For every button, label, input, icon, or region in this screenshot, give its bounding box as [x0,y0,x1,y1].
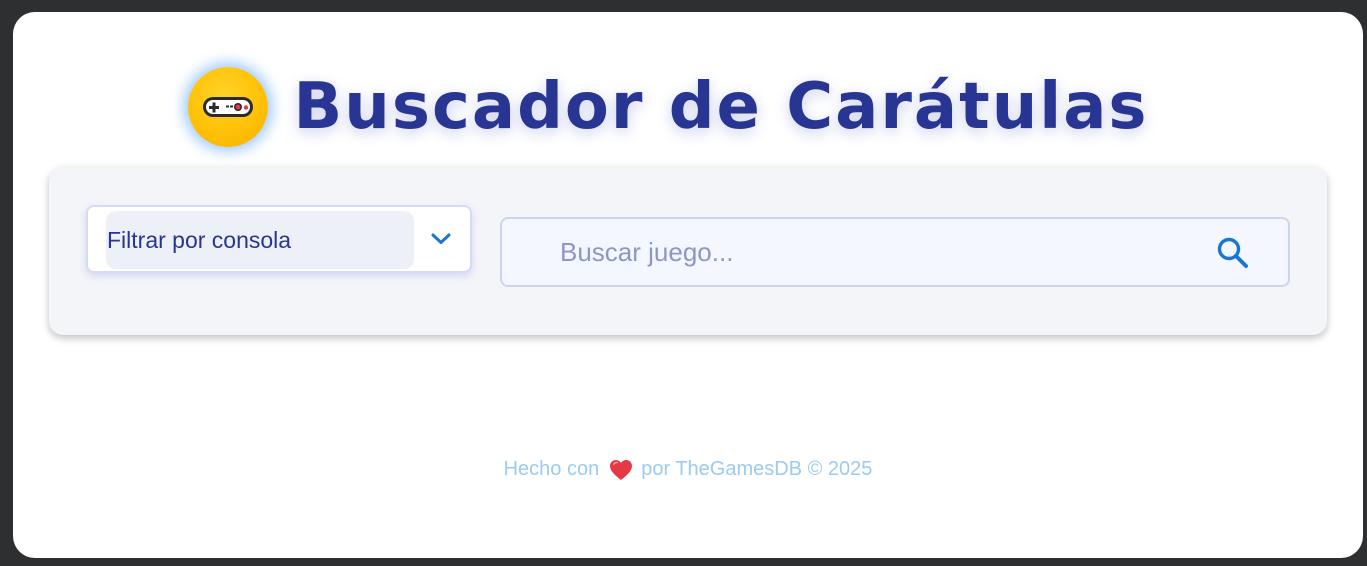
search-panel: Filtrar por consola [49,167,1327,335]
main-card: Buscador de Carátulas Filtrar por consol… [13,12,1363,558]
console-filter-select[interactable]: Filtrar por consola [86,205,472,273]
console-filter-label: Filtrar por consola [107,226,292,253]
heart-icon [610,459,633,480]
header: Buscador de Carátulas [13,67,1363,147]
gamepad-icon [187,67,268,147]
footer-suffix: por TheGamesDB © 2025 [641,458,873,480]
search-box [500,217,1290,287]
console-filter-value: Filtrar por consola [106,211,414,269]
footer: Hecho con por TheGamesDB © 2025 [13,458,1363,481]
search-input[interactable] [560,219,1180,285]
page-title: Buscador de Carátulas [293,70,1149,144]
footer-prefix: Hecho con [503,458,600,480]
chevron-down-icon[interactable] [430,231,452,247]
search-icon[interactable] [1216,236,1250,270]
